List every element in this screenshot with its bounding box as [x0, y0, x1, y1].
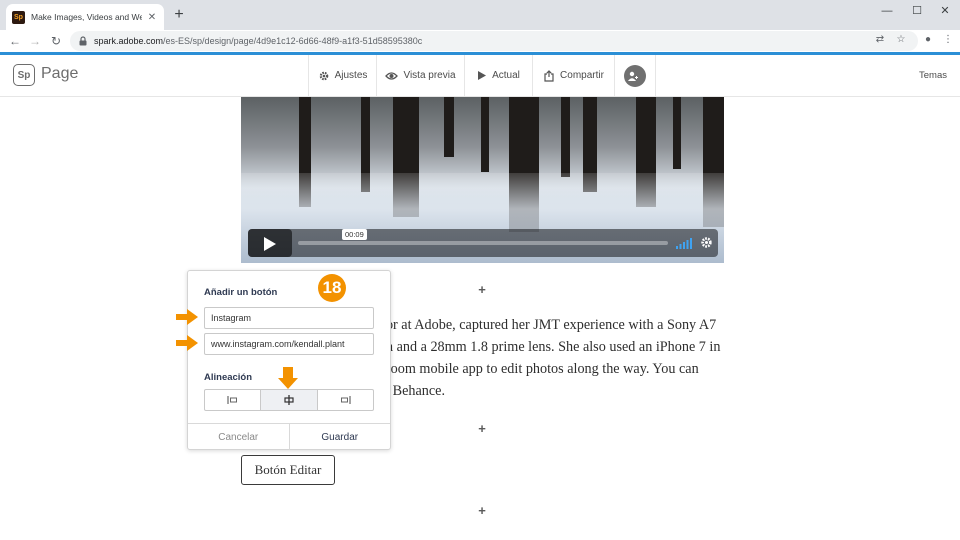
play-triangle-icon	[264, 237, 276, 251]
tab-title: Make Images, Videos and Web S	[31, 12, 142, 22]
video-play-button[interactable]	[248, 229, 292, 257]
lock-icon	[79, 36, 87, 46]
alignment-label: Alineación	[204, 372, 253, 383]
video-controls: 00:09	[248, 229, 718, 257]
address-bar[interactable]: spark.adobe.com/es-ES/sp/design/page/4d9…	[70, 31, 918, 51]
actual-button[interactable]: Actual	[464, 55, 532, 96]
paragraph-line: troom mobile app to edit photos along th…	[382, 361, 699, 377]
pointer-arrow-right-icon	[176, 335, 198, 351]
story-paragraph[interactable]: tor at Adobe, captured her JMT experienc…	[382, 314, 742, 402]
edit-button-block[interactable]: Botón Editar	[241, 455, 335, 485]
align-center-icon	[284, 395, 294, 405]
browser-tab-bar: Sp Make Images, Videos and Web S ✕ + — ☐…	[0, 0, 960, 30]
compartir-button[interactable]: Compartir	[532, 55, 614, 96]
paragraph-line: tor at Adobe, captured her JMT experienc…	[382, 317, 717, 333]
paragraph-line: d Behance.	[382, 383, 446, 399]
gear-icon	[319, 71, 328, 80]
vista-previa-label: Vista previa	[403, 70, 456, 81]
ajustes-button[interactable]: Ajustes	[308, 55, 376, 96]
paragraph-line: ra and a 28mm 1.8 prime lens. She also u…	[382, 339, 721, 355]
tree-trunk	[444, 97, 454, 157]
spark-favicon-icon: Sp	[12, 10, 25, 24]
spark-logo[interactable]: Sp	[13, 64, 35, 86]
new-tab-icon[interactable]: +	[170, 5, 188, 25]
product-name: Page	[41, 65, 79, 82]
pointer-arrow-right-icon	[176, 309, 198, 325]
spark-header: Sp Page Ajustes Vista previa Actual Comp…	[0, 55, 960, 97]
compartir-label: Compartir	[560, 70, 604, 81]
translate-icon[interactable]: ⇄	[872, 32, 888, 48]
vista-previa-button[interactable]: Vista previa	[376, 55, 464, 96]
timestamp-tooltip: 00:09	[342, 229, 367, 240]
close-tab-icon[interactable]: ✕	[146, 12, 158, 23]
add-block-plus-icon[interactable]: +	[475, 283, 489, 297]
share-icon	[544, 69, 554, 82]
panel-footer: Cancelar Guardar	[188, 423, 390, 450]
invite-collaborator-icon	[624, 64, 646, 87]
bookmark-star-icon[interactable]: ☆	[893, 32, 909, 48]
save-button[interactable]: Guardar	[290, 424, 391, 450]
button-label-input[interactable]: Instagram	[204, 307, 374, 329]
add-button-panel: Añadir un botón Instagram www.instagram.…	[187, 270, 391, 450]
panel-heading: Añadir un botón	[204, 287, 278, 298]
play-icon	[478, 71, 487, 80]
minimize-icon[interactable]: —	[870, 3, 904, 19]
ajustes-label: Ajustes	[334, 70, 368, 81]
reload-icon[interactable]: ↻	[47, 32, 65, 50]
video-timeline[interactable]: 00:09	[298, 229, 668, 245]
video-block[interactable]: 00:09	[241, 97, 724, 263]
align-center-button[interactable]	[261, 390, 318, 410]
actual-label: Actual	[492, 70, 520, 81]
align-left-button[interactable]	[205, 390, 262, 410]
menu-kebab-icon[interactable]: ⋮	[940, 32, 956, 48]
url-host: spark.adobe.com	[94, 36, 164, 46]
collaborator-button[interactable]	[614, 55, 656, 96]
align-right-icon	[341, 396, 351, 404]
account-icon[interactable]: ●	[920, 32, 936, 48]
browser-toolbar: ← → ↻ spark.adobe.com/es-ES/sp/design/pa…	[0, 30, 960, 52]
tree-trunk	[673, 97, 681, 169]
tree-trunk	[481, 97, 489, 172]
button-link-input[interactable]: www.instagram.com/kendall.plant	[204, 333, 374, 355]
eye-icon	[385, 71, 399, 80]
close-window-icon[interactable]: ✕	[928, 3, 960, 19]
back-icon[interactable]: ←	[6, 32, 24, 50]
volume-icon[interactable]	[676, 237, 694, 249]
alignment-toggle-group	[204, 389, 374, 411]
add-block-plus-icon[interactable]: +	[475, 422, 489, 436]
tree-trunk	[561, 97, 570, 177]
temas-link[interactable]: Temas	[919, 70, 947, 81]
add-block-plus-icon[interactable]: +	[475, 504, 489, 518]
cancel-button[interactable]: Cancelar	[188, 424, 290, 450]
video-settings-gear-icon[interactable]	[700, 236, 713, 249]
pointer-arrow-down-icon	[278, 367, 298, 389]
align-left-icon	[227, 396, 237, 404]
step-number-badge: 18	[318, 274, 346, 302]
url-path: /es-ES/sp/design/page/4d9e1c12-6d66-48f9…	[163, 36, 423, 46]
align-right-button[interactable]	[318, 390, 373, 410]
forward-icon[interactable]: →	[26, 32, 44, 50]
browser-tab[interactable]: Sp Make Images, Videos and Web S ✕	[6, 4, 164, 30]
